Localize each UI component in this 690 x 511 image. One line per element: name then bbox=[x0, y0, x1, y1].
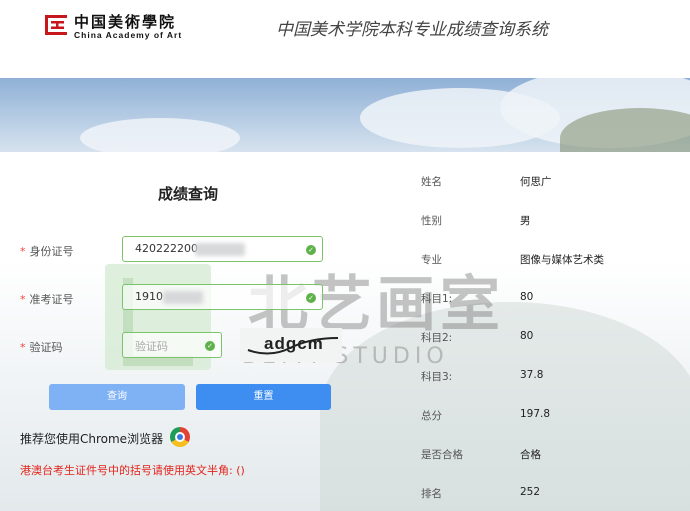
captcha-placeholder: 验证码 bbox=[135, 340, 168, 353]
redacted-blur bbox=[163, 291, 203, 304]
name-label: 姓名 bbox=[421, 176, 442, 188]
required-mark: * bbox=[20, 293, 26, 306]
subject1-label: 科目1: bbox=[421, 293, 453, 305]
id-label-text: 身份证号 bbox=[29, 245, 74, 258]
id-number-value: 420222200 bbox=[135, 242, 198, 255]
captcha-image[interactable]: adgcm bbox=[240, 328, 342, 362]
total-score-value: 197.8 bbox=[520, 408, 551, 420]
campus-banner bbox=[0, 78, 690, 152]
query-form-title: 成绩查询 bbox=[158, 185, 219, 203]
captcha-label: * 验证码 bbox=[20, 339, 63, 355]
required-mark: * bbox=[20, 245, 26, 258]
major-label: 专业 bbox=[421, 254, 442, 266]
system-title: 中国美术学院本科专业成绩查询系统 bbox=[276, 20, 548, 40]
check-icon: ✓ bbox=[205, 341, 215, 351]
academy-logo[interactable]: 中国美術學院 China Academy of Art bbox=[44, 10, 204, 42]
required-mark: * bbox=[20, 341, 26, 354]
qualified-value: 合格 bbox=[520, 449, 541, 461]
query-button[interactable]: 查询 bbox=[49, 384, 185, 410]
qualified-label: 是否合格 bbox=[421, 449, 463, 461]
exam-label-text: 准考证号 bbox=[29, 293, 74, 306]
captcha-input[interactable]: 验证码 ✓ bbox=[122, 332, 222, 358]
rank-label: 排名 bbox=[421, 488, 442, 500]
exam-number-input[interactable]: 1910 ✓ bbox=[122, 284, 323, 310]
logo-english-name: China Academy of Art bbox=[74, 30, 183, 40]
hk-macau-taiwan-note: 港澳台考生证件号中的括号请使用英文半角: () bbox=[20, 464, 245, 477]
check-icon: ✓ bbox=[306, 293, 316, 303]
reset-button[interactable]: 重置 bbox=[196, 384, 331, 410]
academy-emblem-icon bbox=[45, 15, 67, 35]
major-value: 图像与媒体艺术类 bbox=[520, 254, 604, 266]
check-icon: ✓ bbox=[306, 245, 316, 255]
name-value: 何思广 bbox=[520, 176, 552, 188]
subject1-value: 80 bbox=[520, 291, 534, 303]
captcha-text: adgcm bbox=[264, 334, 324, 353]
total-score-label: 总分 bbox=[421, 410, 442, 422]
subject2-value: 80 bbox=[520, 330, 534, 342]
gender-label: 性别 bbox=[421, 215, 442, 227]
logo-chinese-name: 中国美術學院 bbox=[74, 13, 177, 31]
subject3-value: 37.8 bbox=[520, 369, 544, 381]
exam-number-value: 1910 bbox=[135, 290, 163, 303]
captcha-label-text: 验证码 bbox=[29, 341, 63, 354]
gender-value: 男 bbox=[520, 215, 531, 227]
subject2-label: 科目2: bbox=[421, 332, 453, 344]
subject3-label: 科目3: bbox=[421, 371, 453, 383]
id-number-input[interactable]: 420222200 ✓ bbox=[122, 236, 323, 262]
exam-number-label: * 准考证号 bbox=[20, 291, 74, 307]
chrome-icon bbox=[170, 427, 190, 447]
id-label: * 身份证号 bbox=[20, 243, 74, 259]
main-panel: 北艺画室 BEIYI STUDIO 成绩查询 * 身份证号 420222200 ✓… bbox=[0, 152, 690, 511]
chrome-recommendation: 推荐您使用Chrome浏览器 bbox=[20, 432, 164, 446]
header: 中国美術學院 China Academy of Art 中国美术学院本科专业成绩… bbox=[0, 0, 690, 78]
rank-value: 252 bbox=[520, 486, 541, 498]
redacted-blur bbox=[195, 243, 245, 256]
